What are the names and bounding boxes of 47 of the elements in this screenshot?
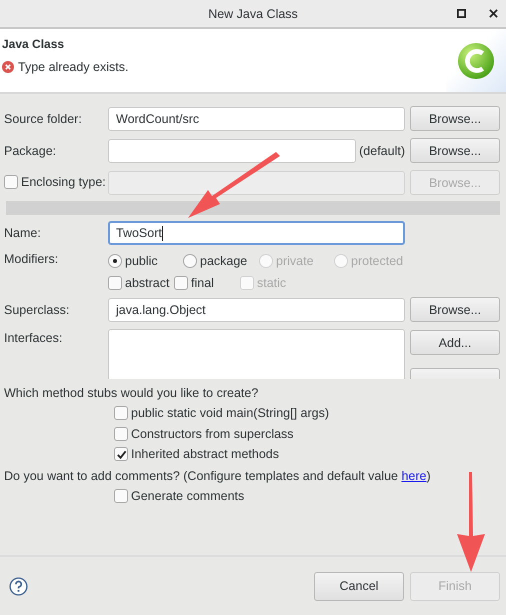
radio-button[interactable] [108,254,122,268]
page-title: Java Class [2,37,66,51]
field-label: Source folder: [4,112,83,126]
field-label: Modifiers: [4,252,60,268]
button[interactable]: Browse... [410,106,500,131]
question-text: Which method stubs would you like to create? [4,386,260,400]
radio-button[interactable] [183,254,197,268]
input-field[interactable] [108,138,356,162]
checkbox-label: Generate comments [131,489,244,503]
input-field[interactable]: java.lang.Object [108,298,405,322]
close-icon[interactable] [489,9,498,18]
checkbox[interactable] [174,276,188,290]
radio-label: public [125,254,158,268]
here-link[interactable]: here [401,469,426,483]
checkbox-label: Inherited abstract methods [131,447,279,461]
radio-label: package [200,254,248,268]
class-logo-icon [457,42,495,80]
button[interactable]: Browse... [410,138,500,163]
field-label: Superclass: [4,302,70,316]
checkbox-label: Constructors from superclass [131,426,294,440]
checkbox[interactable] [114,489,128,503]
checkbox-label: public static void main(String[] args) [131,406,329,420]
checkbox-label: static [257,276,286,290]
question-text: Do you want to add comments? (Configure templates and default value here) [4,469,432,483]
maximize-icon[interactable] [457,9,466,18]
field-label: Package: [4,144,58,158]
radio-label: protected [351,254,404,268]
button[interactable]: Add... [410,330,500,355]
button[interactable]: Cancel [314,572,404,600]
checkbox-label: final [191,276,214,290]
field-label: Name: [4,226,42,240]
field-label: Interfaces: [4,330,64,345]
input-field[interactable]: WordCount/src [108,106,405,130]
checkbox-label: abstract [125,276,170,290]
interfaces-list[interactable] [108,329,405,379]
default-hint: (default) [359,144,405,158]
input-field[interactable]: TwoSort [108,221,405,245]
checkbox[interactable] [114,447,128,461]
radio-label: private [276,254,314,268]
button[interactable]: Browse... [410,297,500,322]
help-icon[interactable] [9,576,28,596]
checkbox-label: Enclosing type: [21,175,106,189]
checkbox[interactable] [114,426,128,440]
checkbox[interactable] [108,276,122,290]
window-title: New Java Class [208,6,298,20]
checkbox[interactable] [114,406,128,420]
error-message: Type already exists. [18,60,128,74]
